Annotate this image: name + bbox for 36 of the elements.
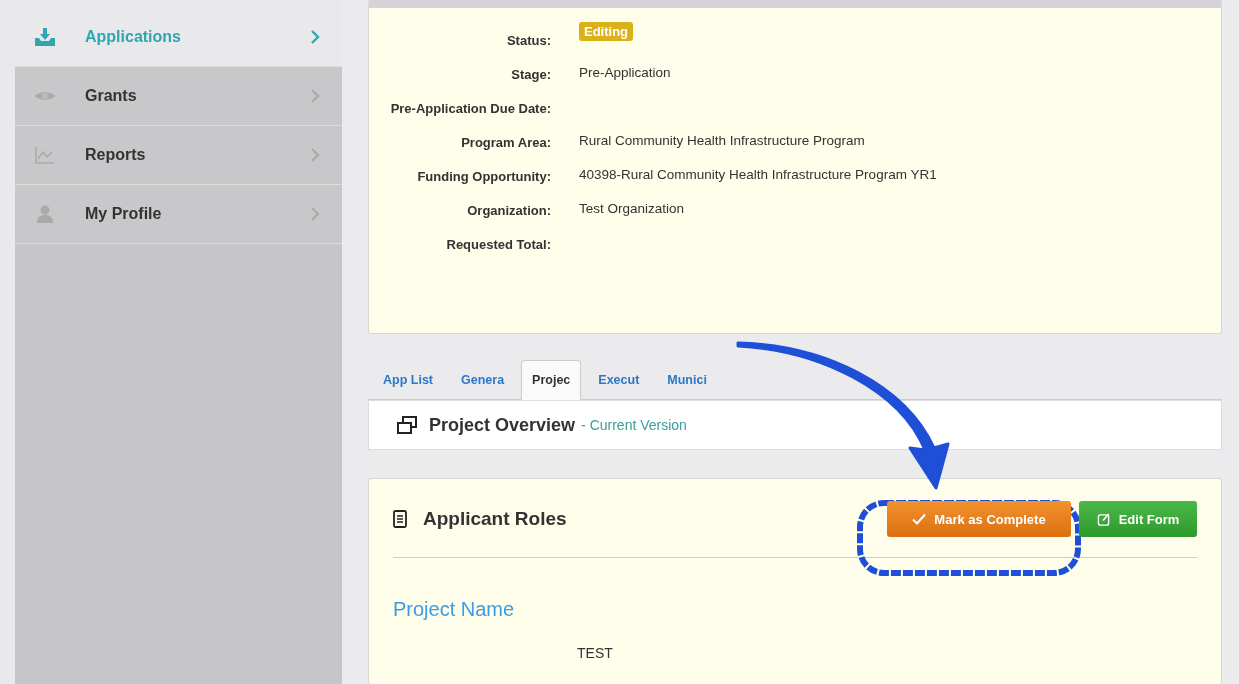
chevron-icon	[310, 207, 320, 221]
field-label: Pre-Application Due Date:	[389, 100, 551, 118]
overview-title: Project Overview	[429, 414, 576, 436]
chevron-icon	[310, 30, 320, 44]
field-label: Requested Total:	[445, 236, 551, 254]
download-icon	[35, 28, 55, 46]
chevron-icon	[310, 148, 320, 162]
overview-subtitle: - Current Version	[581, 417, 687, 433]
edit-form-button[interactable]: Edit Form	[1079, 501, 1197, 537]
field-value: Pre-Application	[579, 64, 671, 82]
tab[interactable]: Munici	[656, 360, 718, 399]
field-label: Funding Opportunity:	[416, 168, 551, 186]
user-icon	[35, 205, 55, 223]
field-label: Organization:	[466, 202, 551, 220]
mark-complete-button[interactable]: Mark as Complete	[887, 501, 1071, 537]
tab[interactable]: Genera	[450, 360, 516, 399]
field-label: Program Area:	[460, 134, 551, 152]
line-chart-icon	[35, 146, 55, 164]
field-label: Status:	[505, 32, 551, 50]
field-value: TEST	[577, 645, 614, 661]
field-label: Stage:	[510, 66, 551, 84]
document-icon	[393, 510, 407, 528]
sidebar-item[interactable]: Applications	[15, 8, 342, 67]
field-value: Test Organization	[579, 200, 685, 218]
field-heading: Project Name	[393, 598, 516, 621]
windows-icon	[397, 416, 417, 434]
section-title: Applicant Roles	[423, 508, 568, 530]
check-icon	[912, 512, 927, 526]
field-value: 40398-Rural Community Health Infrastructure Program YR1	[579, 166, 937, 184]
tab[interactable]: App List	[372, 360, 444, 399]
tab[interactable]: Projec	[521, 360, 582, 400]
chevron-icon	[310, 89, 320, 103]
edit-icon	[1096, 512, 1111, 526]
field-value: Rural Community Health Infrastructure Program	[579, 132, 865, 150]
status-badge: Editing	[579, 22, 634, 41]
tab[interactable]: Execut	[587, 360, 651, 399]
